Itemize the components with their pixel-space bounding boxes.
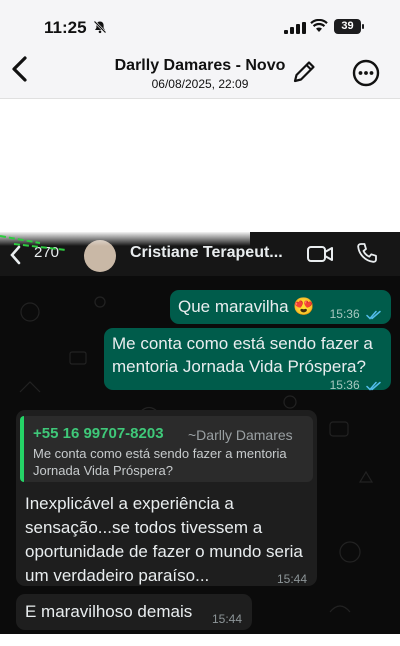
quote-text: Me conta como está sendo fazer a mentori… xyxy=(33,446,287,478)
read-ticks-icon xyxy=(366,381,381,391)
wifi-icon xyxy=(310,19,328,32)
battery-tip xyxy=(362,24,364,29)
phone-icon[interactable] xyxy=(356,242,378,264)
quoted-message[interactable]: +55 16 99707-8203 ~Darlly Damares Me con… xyxy=(20,416,313,482)
quote-sender-phone: +55 16 99707-8203 xyxy=(33,425,164,442)
chat-header: 270 Cristiane Terapeut... xyxy=(0,232,400,276)
message-bubble-outgoing[interactable]: Que maravilha 😍 15:36 xyxy=(170,290,391,324)
signal-icon xyxy=(284,22,306,34)
message-time-label: 15:36 xyxy=(329,307,360,321)
message-text: Que maravilha 😍 xyxy=(178,297,315,316)
message-text: E maravilhoso demais xyxy=(25,602,193,621)
chevron-left-icon[interactable] xyxy=(6,52,36,86)
message-text: Inexplicável a experiência a sensação...… xyxy=(25,494,303,585)
message-bubble-incoming[interactable]: E maravilhoso demais 15:44 xyxy=(16,594,252,630)
message-bubble-outgoing[interactable]: Me conta como está sendo fazer a mentori… xyxy=(104,328,391,392)
quote-sender-name: ~Darlly Damares xyxy=(188,427,293,443)
status-time: 11:25 xyxy=(44,18,87,37)
pencil-icon[interactable] xyxy=(290,58,318,86)
message-text: Me conta como está sendo fazer a mentori… xyxy=(112,334,373,376)
message-time: 15:44 xyxy=(276,572,307,586)
quote-accent-bar xyxy=(20,416,24,482)
bell-slash-icon xyxy=(93,20,107,34)
read-ticks-icon xyxy=(366,310,381,320)
message-time: 15:36 xyxy=(330,303,381,325)
contact-name[interactable]: Cristiane Terapeut... xyxy=(130,244,283,262)
message-time: 15:44 xyxy=(211,612,242,626)
viewer-header: Darlly Damares - Novo 06/08/2025, 22:09 xyxy=(0,44,400,99)
video-call-icon[interactable] xyxy=(306,244,334,264)
status-bar: 11:25 39 xyxy=(0,0,400,44)
chat-screenshot: 270 Cristiane Terapeut... Que maravilha … xyxy=(0,232,400,634)
more-icon[interactable] xyxy=(352,59,380,87)
battery-icon: 39 xyxy=(334,19,361,34)
message-time: 15:36 xyxy=(330,374,381,396)
message-bubble-incoming[interactable]: +55 16 99707-8203 ~Darlly Damares Me con… xyxy=(16,410,317,586)
screenshot-edge-marks xyxy=(0,235,67,251)
message-time-label: 15:36 xyxy=(329,378,360,392)
